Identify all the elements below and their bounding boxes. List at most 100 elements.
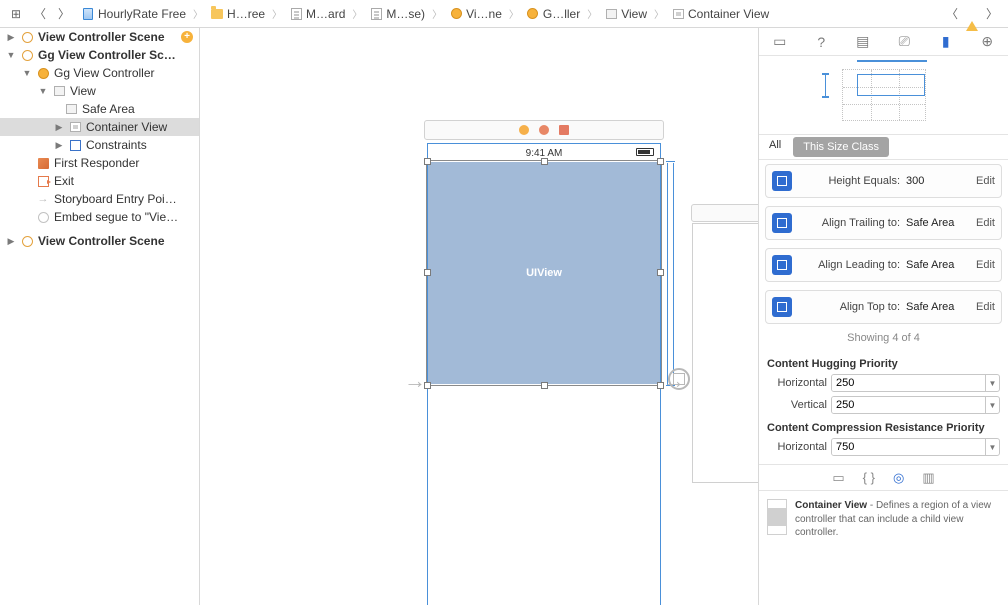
constraints-row[interactable]: ▶ Constraints [0,136,199,154]
edit-button[interactable]: Edit [976,301,995,313]
related-items-icon[interactable]: ⊞ [6,4,26,24]
battery-icon [636,148,654,156]
hugging-vertical-field[interactable]: ▼ [831,396,1000,414]
crumb-view[interactable]: View [601,7,650,21]
compression-horizontal-row: Horizontal ▼ [759,436,1008,458]
firstresponder-row[interactable]: First Responder [0,154,199,172]
disclosure-icon[interactable]: ▼ [6,50,16,60]
view-row[interactable]: ▼ View [0,82,199,100]
lib-object-tab[interactable]: ◎ [893,470,904,486]
file-inspector-tab[interactable]: ▭ [771,33,789,51]
entrypoint-row[interactable]: → Storyboard Entry Poi… [0,190,199,208]
crumb-scene[interactable]: Vi…ne [446,7,505,21]
resize-handle[interactable] [657,269,664,276]
selection-label: UIView [526,267,562,279]
stepper-down-icon[interactable]: ▼ [985,375,999,391]
segue-icon [36,210,50,224]
scene-row[interactable]: ▼ Gg View Controller Sc… [0,46,199,64]
hugging-horizontal-field[interactable]: ▼ [831,374,1000,392]
autoresizing-preview[interactable] [759,56,1008,134]
lib-media-tab[interactable]: ▥ [922,470,934,486]
inspector-panel: ▭ ? ▤ ⎚ ▮ ⊕ All This Size Class Hei [758,28,1008,605]
jump-bar: ⊞ 〈 〉 HourlyRate Free〉 H…ree〉 M…ard〉 M…s… [0,0,1008,28]
nav-back-button[interactable]: 〈 [30,4,50,24]
scene-header[interactable] [424,120,664,140]
resize-handle[interactable] [424,158,431,165]
crumb-container[interactable]: Container View [668,7,772,21]
constraint-row[interactable]: Align Leading to: Safe Area Edit [765,248,1002,282]
device-frame[interactable]: 9:41 AM UIView [427,143,661,605]
edit-button[interactable]: Edit [976,259,995,271]
next-issue-button[interactable]: 〉 [982,4,1002,24]
edit-button[interactable]: Edit [976,175,995,187]
compression-horizontal-field[interactable]: ▼ [831,438,1000,456]
status-time: 9:41 AM [526,148,563,159]
resize-handle[interactable] [541,382,548,389]
help-inspector-tab[interactable]: ? [812,33,830,51]
resize-handle[interactable] [424,382,431,389]
exit-icon [36,174,50,188]
hugging-vertical-input[interactable] [832,397,985,413]
crumb-storyboard-1[interactable]: M…ard [286,7,348,21]
constraint-row[interactable]: Align Top to: Safe Area Edit [765,290,1002,324]
vc-icon[interactable] [519,125,529,135]
nav-forward-button[interactable]: 〉 [54,4,74,24]
add-scene-icon[interactable]: + [181,31,193,43]
embed-segue-icon[interactable] [668,368,690,390]
container-view[interactable]: UIView [428,162,660,384]
hugging-horizontal-input[interactable] [832,375,985,391]
disclosure-icon[interactable]: ▶ [54,140,64,150]
lib-file-tab[interactable]: ▭ [832,470,844,486]
compression-horizontal-input[interactable] [832,439,985,455]
size-inspector-tab[interactable]: ▮ [937,33,955,51]
constraint-row[interactable]: Height Equals: 300 Edit [765,164,1002,198]
segue-row[interactable]: Embed segue to "Vie… [0,208,199,226]
disclosure-icon[interactable]: ▶ [54,122,64,132]
seg-this[interactable]: This Size Class [793,137,889,157]
constraint-icon [772,255,792,275]
edit-button[interactable]: Edit [976,217,995,229]
constraint-icon [772,213,792,233]
connections-inspector-tab[interactable]: ⊕ [978,33,996,51]
scene-row[interactable]: ▶ View Controller Scene + [0,28,199,46]
lib-code-tab[interactable]: { } [863,470,875,485]
crumb-storyboard-2[interactable]: M…se) [366,7,428,21]
resize-handle[interactable] [541,158,548,165]
resize-handle[interactable] [657,158,664,165]
hugging-vertical-row: Vertical ▼ [759,394,1008,416]
embedded-vc[interactable]: View Controller [692,223,758,483]
safearea-row[interactable]: Safe Area [0,100,199,118]
controller-row[interactable]: ▼ Gg View Controller [0,64,199,82]
identity-inspector-tab[interactable]: ▤ [854,33,872,51]
prev-issue-button[interactable]: 〈 [942,4,962,24]
disclosure-icon[interactable]: ▶ [6,32,16,42]
containerview-icon [767,499,787,535]
firstresponder-icon[interactable] [539,125,549,135]
scene-row[interactable]: ▶ View Controller Scene [0,232,199,250]
crumb-project[interactable]: HourlyRate Free [78,7,189,21]
canvas[interactable]: → 9:41 AM UIView [200,28,758,605]
disclosure-icon[interactable]: ▼ [22,68,32,78]
stepper-down-icon[interactable]: ▼ [985,439,999,455]
size-class-segmented[interactable]: All This Size Class [759,134,1008,160]
constraint-row[interactable]: Align Trailing to: Safe Area Edit [765,206,1002,240]
containerview-row[interactable]: ▶ Container View [0,118,199,136]
warning-icon[interactable] [966,7,978,21]
constraint-icon [772,297,792,317]
exit-icon[interactable] [559,125,569,135]
constraints-icon [68,138,82,152]
constraint-count: Showing 4 of 4 [759,328,1008,352]
compression-title: Content Compression Resistance Priority [759,416,1008,436]
disclosure-icon[interactable]: ▼ [38,86,48,96]
viewcontroller-icon [36,66,50,80]
attributes-inspector-tab[interactable]: ⎚ [895,33,913,51]
exit-row[interactable]: Exit [0,172,199,190]
crumb-controller[interactable]: G…ller [523,7,583,21]
resize-handle[interactable] [424,269,431,276]
scene-header[interactable]: View Controller [691,204,758,222]
disclosure-icon[interactable]: ▶ [6,236,16,246]
library-tabs: ▭ { } ◎ ▥ [759,464,1008,490]
stepper-down-icon[interactable]: ▼ [985,397,999,413]
seg-all[interactable]: All [759,135,791,159]
crumb-folder[interactable]: H…ree [207,7,268,21]
